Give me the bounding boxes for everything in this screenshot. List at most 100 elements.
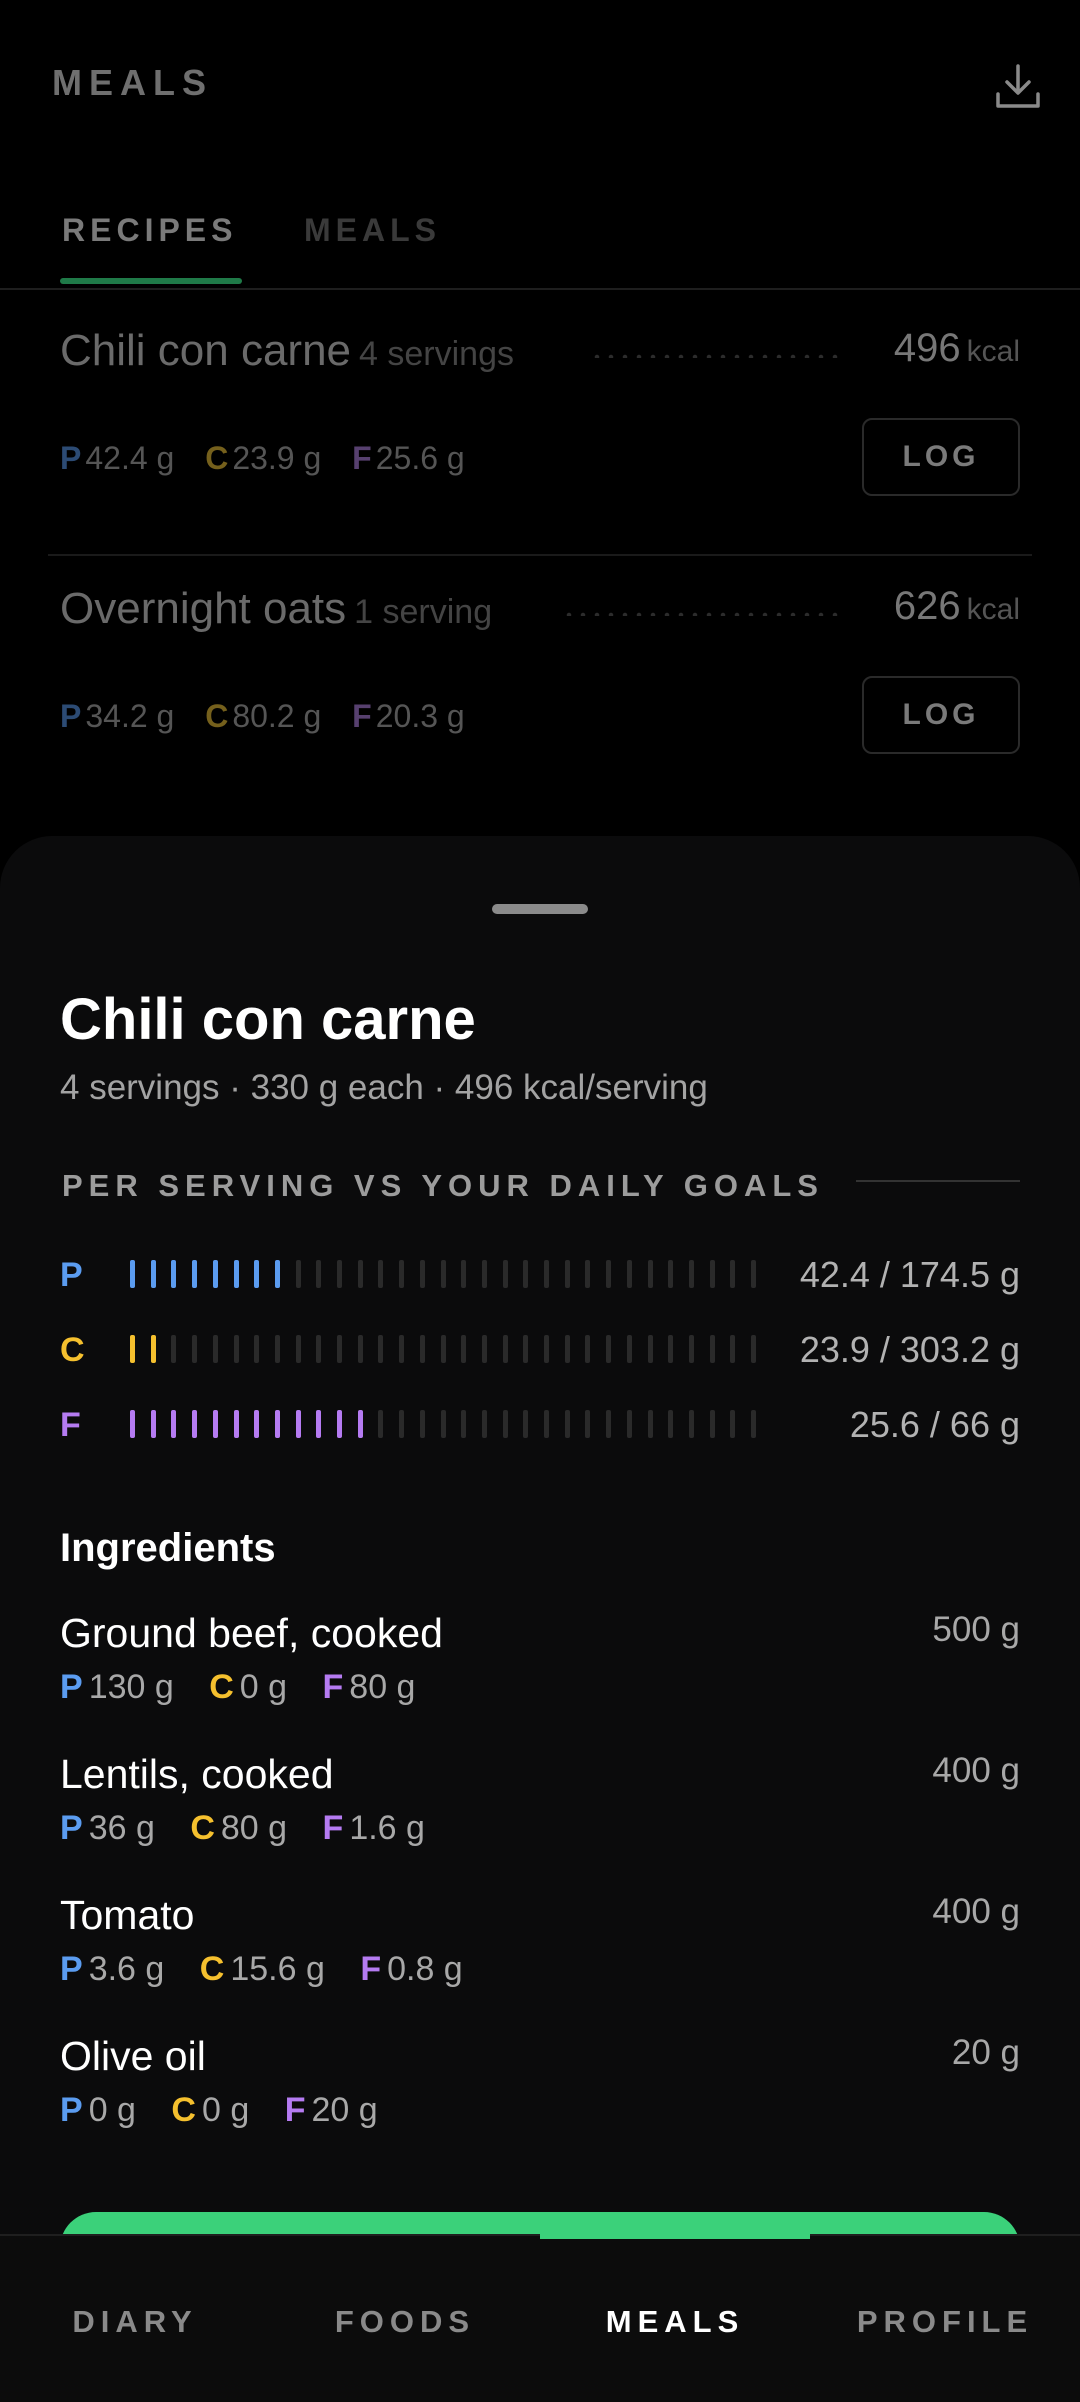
ingredient-row[interactable]: Tomato 400 g P 3.6 g C 15.6 g F 0.8 g: [60, 1892, 1020, 2022]
progress-tick-empty: [523, 1410, 529, 1438]
divider: [48, 554, 1032, 556]
progress-tick-filled: [316, 1410, 322, 1438]
nav-meals[interactable]: MEALS: [540, 2304, 810, 2340]
sheet-subtitle: 4 servings · 330 g each · 496 kcal/servi…: [60, 1068, 708, 1107]
leader-dots: [590, 354, 840, 358]
fat-letter: F: [322, 1668, 344, 1706]
progress-tick-filled: [274, 1260, 280, 1288]
tab-meals[interactable]: MEALS: [304, 212, 441, 249]
progress-tick-empty: [212, 1335, 218, 1363]
progress-tick-filled: [357, 1410, 363, 1438]
ingredient-row[interactable]: Ground beef, cooked 500 g P 130 g C0 g F8…: [60, 1610, 1020, 1740]
progress-tick-empty: [606, 1335, 612, 1363]
progress-tick-filled: [337, 1410, 342, 1438]
progress-tick-empty: [502, 1410, 508, 1438]
fat-letter: F: [352, 440, 372, 476]
carbs-value: 0 g: [201, 2091, 250, 2129]
fat-macro: F 80 g: [323, 1668, 416, 1706]
progress-tick-empty: [399, 1260, 405, 1288]
recipe-servings: 4 servings: [359, 335, 514, 373]
ingredient-amount: 400 g: [932, 1892, 1020, 1931]
protein-letter: P: [60, 1256, 83, 1294]
fat-letter: F: [360, 1950, 382, 1988]
nav-diary[interactable]: DIARY: [0, 2304, 270, 2340]
progress-tick-empty: [544, 1260, 549, 1288]
page-title: MEALS: [52, 62, 213, 103]
progress-tick-empty: [254, 1335, 260, 1363]
carbs-macro: C 80.2 g: [205, 698, 321, 734]
progress-tick-empty: [192, 1335, 198, 1363]
protein-value: 36 g: [88, 1809, 155, 1847]
log-button[interactable]: LOG: [862, 418, 1020, 496]
progress-tick-empty: [523, 1260, 529, 1288]
protein-letter: P: [60, 1950, 83, 1988]
carbs-letter: C: [205, 440, 229, 476]
progress-tick-empty: [730, 1260, 736, 1288]
protein-goal-bar: P 42.4 / 174.5 g: [60, 1252, 1020, 1302]
goals-section-label: PER SERVING VS YOUR DAILY GOALS: [62, 1168, 824, 1203]
fat-letter: F: [322, 1809, 344, 1847]
protein-progress-ticks: [130, 1260, 810, 1288]
leader-dots: [562, 612, 840, 616]
progress-tick-filled: [192, 1410, 198, 1438]
protein-value: 130 g: [88, 1668, 174, 1706]
progress-tick-empty: [647, 1335, 653, 1363]
ingredient-row[interactable]: Lentils, cooked 400 g P 36 g C 80 g F 1.6 g: [60, 1751, 1020, 1881]
recipe-name: Chili con carne 4 servings: [60, 326, 514, 376]
carbs-value: 0 g: [239, 1668, 288, 1706]
fat-goal-bar: F 25.6 / 66 g: [60, 1402, 1020, 1452]
progress-tick-empty: [274, 1335, 280, 1363]
download-button[interactable]: [990, 58, 1046, 114]
nav-profile[interactable]: PROFILE: [810, 2304, 1080, 2340]
nav-foods[interactable]: FOODS: [270, 2304, 540, 2340]
tab-recipes[interactable]: RECIPES: [62, 212, 237, 249]
fat-letter: F: [60, 1406, 81, 1444]
recipe-row[interactable]: Overnight oats 1 serving 626 kcal P 34.2 g …: [60, 584, 1020, 824]
protein-macro: P 130 g: [60, 1668, 174, 1706]
progress-tick-empty: [751, 1410, 756, 1438]
kcal-value: 626: [893, 584, 961, 628]
progress-tick-empty: [564, 1410, 570, 1438]
protein-letter: P: [60, 440, 82, 476]
progress-tick-empty: [751, 1335, 756, 1363]
progress-tick-empty: [357, 1335, 363, 1363]
progress-tick-empty: [295, 1335, 301, 1363]
progress-tick-empty: [171, 1335, 177, 1363]
protein-macro: P 3.6 g: [60, 1950, 164, 1988]
carbs-macro: C 80 g: [190, 1809, 287, 1847]
fat-value: 20.3 g: [375, 698, 465, 734]
progress-tick-empty: [688, 1410, 694, 1438]
progress-tick-filled: [212, 1410, 218, 1438]
progress-tick-empty: [502, 1260, 508, 1288]
ingredient-name: Ground beef, cooked: [60, 1610, 443, 1656]
progress-tick-empty: [606, 1260, 612, 1288]
carbs-value: 80 g: [220, 1809, 288, 1847]
progress-tick-empty: [709, 1410, 715, 1438]
progress-tick-filled: [130, 1335, 135, 1363]
carbs-letter: C: [209, 1668, 234, 1706]
progress-tick-empty: [688, 1260, 694, 1288]
fat-value: 1.6 g: [349, 1809, 425, 1847]
ingredient-name: Lentils, cooked: [60, 1751, 334, 1797]
progress-tick-filled: [171, 1410, 177, 1438]
progress-tick-filled: [130, 1260, 135, 1288]
ingredient-macros: P 3.6 g C 15.6 g F 0.8 g: [60, 1950, 489, 1989]
fat-value: 0.8 g: [387, 1950, 463, 1988]
protein-value: 3.6 g: [88, 1950, 165, 1988]
ingredient-macros: P0 g C0 g F 20 g: [60, 2091, 404, 2130]
recipe-title: Chili con carne: [60, 326, 352, 375]
log-button[interactable]: LOG: [862, 676, 1020, 754]
progress-tick-filled: [254, 1410, 260, 1438]
carbs-goal-value: 23.9 / 303.2 g: [799, 1329, 1020, 1370]
progress-tick-empty: [233, 1335, 239, 1363]
progress-tick-empty: [668, 1335, 674, 1363]
recipe-row[interactable]: Chili con carne 4 servings 496 kcal P 42.4 …: [60, 326, 1020, 566]
progress-tick-filled: [192, 1260, 198, 1288]
progress-tick-empty: [461, 1410, 467, 1438]
sheet-drag-handle[interactable]: [492, 904, 588, 914]
ingredient-row[interactable]: Olive oil 20 g P0 g C0 g F 20 g: [60, 2033, 1020, 2163]
carbs-macro: C 15.6 g: [200, 1950, 325, 1988]
ingredient-macros: P 130 g C0 g F 80 g: [60, 1668, 441, 1707]
recipe-macros: P 34.2 g C 80.2 g F 20.3 g: [60, 698, 487, 735]
progress-tick-empty: [295, 1260, 301, 1288]
